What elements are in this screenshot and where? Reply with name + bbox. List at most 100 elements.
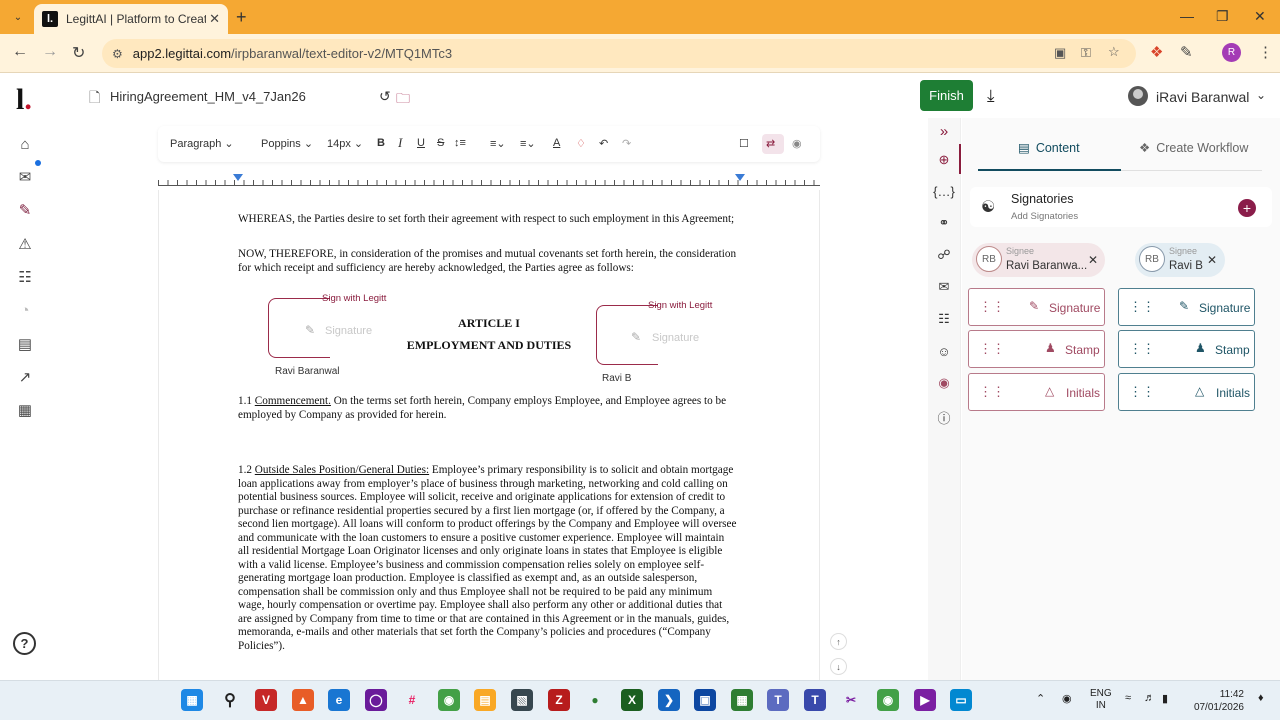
- forward-icon[interactable]: →: [42, 43, 58, 61]
- user-avatar[interactable]: [1128, 86, 1148, 106]
- excel-icon[interactable]: X: [621, 689, 643, 711]
- sync-icon[interactable]: ↺: [379, 88, 391, 105]
- search-icon[interactable]: ⚲: [219, 689, 241, 711]
- alert-icon[interactable]: ⚠: [15, 234, 35, 254]
- whereas-paragraph[interactable]: WHEREAS, the Parties desire to set forth…: [238, 213, 738, 227]
- section-1-2-paragraph[interactable]: 1.2 Outside Sales Position/General Dutie…: [238, 464, 738, 653]
- teams-classic-icon[interactable]: T: [804, 689, 826, 711]
- remove-signee-icon[interactable]: ✕: [1207, 253, 1217, 267]
- windows-start-icon[interactable]: ▦: [181, 689, 203, 711]
- finish-button[interactable]: Finish: [920, 80, 973, 111]
- add-signatory-button[interactable]: +: [1238, 199, 1256, 217]
- inbox-icon[interactable]: ✉: [15, 167, 35, 187]
- stamp-field-button[interactable]: ⋮⋮ ♟ Stamp: [1118, 330, 1255, 368]
- redo-icon[interactable]: ↷: [622, 137, 631, 150]
- add-signatories-label[interactable]: Add Signatories: [1011, 211, 1078, 222]
- file-explorer-icon[interactable]: ▤: [474, 689, 496, 711]
- new-tab-button[interactable]: +: [236, 7, 247, 28]
- remove-signee-icon[interactable]: ✕: [1088, 253, 1098, 267]
- signature-field-box[interactable]: [596, 305, 658, 365]
- metamask-extension-icon[interactable]: ❖: [1150, 43, 1163, 61]
- clipboard-icon[interactable]: ☷: [15, 267, 35, 287]
- extensions-icon[interactable]: ✎: [1180, 43, 1193, 61]
- drag-handle-icon[interactable]: ⋮⋮: [1129, 299, 1155, 315]
- tab-search-icon[interactable]: ⌄: [8, 7, 28, 27]
- chevron-down-icon[interactable]: ⌄: [1256, 88, 1266, 102]
- maximize-icon[interactable]: ❐: [1216, 8, 1229, 25]
- collapse-panel-icon[interactable]: »: [935, 122, 953, 140]
- legitt-logo[interactable]: l.: [16, 83, 32, 117]
- chat-icon[interactable]: ☺: [935, 342, 953, 360]
- battery-icon[interactable]: ▮: [1162, 692, 1168, 705]
- snipping-tool-icon[interactable]: ✂: [840, 689, 862, 711]
- chrome-profile-icon[interactable]: ◉: [877, 689, 899, 711]
- microphone-icon[interactable]: ◉: [1062, 692, 1072, 705]
- volume-icon[interactable]: ♬: [1144, 692, 1155, 704]
- signature-field-box[interactable]: [268, 298, 330, 358]
- drag-handle-icon[interactable]: ⋮⋮: [979, 341, 1005, 357]
- add-field-icon[interactable]: ⊕: [935, 151, 953, 169]
- bookmark-star-icon[interactable]: ☆: [1108, 44, 1120, 60]
- chrome-icon[interactable]: ◉: [438, 689, 460, 711]
- browser-tab[interactable]: l. LegittAI | Platform to Create & ✕: [34, 4, 228, 34]
- clapper-app-icon[interactable]: ▶: [914, 689, 936, 711]
- right-indent-marker[interactable]: [735, 174, 745, 181]
- signature-field-button[interactable]: ⋮⋮ ✎ Signature: [968, 288, 1105, 326]
- initials-field-button[interactable]: ⋮⋮ △ Initials: [1118, 373, 1255, 411]
- align-left-icon[interactable]: ≡⌄: [520, 137, 536, 150]
- initials-field-button[interactable]: ⋮⋮ △ Initials: [968, 373, 1105, 411]
- drag-handle-icon[interactable]: ⋮⋮: [1129, 341, 1155, 357]
- close-tab-icon[interactable]: ✕: [209, 11, 220, 27]
- notification-bell-icon[interactable]: ♦: [1258, 692, 1264, 704]
- tab-create-workflow[interactable]: ❖ Create Workflow: [1139, 140, 1248, 156]
- scroll-down-icon[interactable]: ↓: [830, 658, 847, 675]
- bold-button[interactable]: B: [377, 137, 385, 149]
- tray-overflow-icon[interactable]: ⌃: [1036, 692, 1045, 705]
- apps-grid-icon[interactable]: ▦: [15, 400, 35, 420]
- chart-line-icon[interactable]: ↗: [15, 367, 35, 387]
- scroll-up-icon[interactable]: ↑: [830, 633, 847, 650]
- info-icon[interactable]: ⓘ: [935, 408, 953, 426]
- layers-icon[interactable]: ▤: [15, 334, 35, 354]
- paragraph-style-select[interactable]: Paragraph ⌄: [170, 137, 234, 150]
- strikethrough-button[interactable]: S: [437, 137, 444, 149]
- user-name[interactable]: iRavi Baranwal: [1156, 89, 1249, 105]
- folder-icon[interactable]: 🗀: [396, 88, 410, 112]
- signee-chip[interactable]: RB Signee Ravi B ✕: [1135, 243, 1225, 277]
- back-icon[interactable]: ←: [12, 43, 28, 61]
- section-1-1-paragraph[interactable]: 1.1 Commencement. On the terms set forth…: [238, 395, 738, 422]
- drag-handle-icon[interactable]: ⋮⋮: [1129, 384, 1155, 400]
- download-icon[interactable]: ⤓: [987, 86, 995, 106]
- comment-icon[interactable]: ☐: [739, 137, 749, 150]
- drag-handle-icon[interactable]: ⋮⋮: [979, 384, 1005, 400]
- document-title[interactable]: HiringAgreement_HM_v4_7Jan26: [110, 89, 306, 104]
- wifi-icon[interactable]: ≈: [1125, 692, 1131, 704]
- underline-button[interactable]: U: [417, 137, 425, 149]
- slack-icon[interactable]: #: [401, 689, 423, 711]
- edge-icon[interactable]: e: [328, 689, 350, 711]
- font-family-select[interactable]: Poppins ⌄: [261, 137, 313, 150]
- now-therefore-paragraph[interactable]: NOW, THEREFORE, in consideration of the …: [238, 248, 738, 275]
- track-changes-icon[interactable]: ⇄: [766, 137, 775, 150]
- site-info-icon[interactable]: ⚙: [112, 47, 123, 61]
- vivaldi-icon[interactable]: V: [255, 689, 277, 711]
- italic-button[interactable]: I: [398, 135, 402, 151]
- screen-app-icon[interactable]: ▭: [950, 689, 972, 711]
- text-color-icon[interactable]: A: [553, 137, 560, 149]
- signature-field-button[interactable]: ⋮⋮ ✎ Signature: [1118, 288, 1255, 326]
- spreadsheet-icon[interactable]: ▦: [731, 689, 753, 711]
- clock[interactable]: 11:42 07/01/2026: [1188, 688, 1244, 714]
- font-size-select[interactable]: 14px ⌄: [327, 137, 363, 150]
- comments-icon[interactable]: ✉: [935, 278, 953, 296]
- analytics-pie-icon[interactable]: ◔: [15, 300, 35, 320]
- stamp-field-button[interactable]: ⋮⋮ ♟ Stamp: [968, 330, 1105, 368]
- language-indicator[interactable]: ENG IN: [1090, 688, 1112, 712]
- sign-with-legitt-label[interactable]: Sign with Legitt: [322, 293, 386, 304]
- undo-icon[interactable]: ↶: [599, 137, 608, 150]
- brave-icon[interactable]: ▲: [292, 689, 314, 711]
- filezilla-icon[interactable]: Z: [548, 689, 570, 711]
- tab-content[interactable]: ▤ Content: [1018, 140, 1080, 156]
- preview-eye-icon[interactable]: ◉: [792, 137, 802, 150]
- network-icon[interactable]: ▧: [511, 689, 533, 711]
- home-icon[interactable]: ⌂: [15, 134, 35, 154]
